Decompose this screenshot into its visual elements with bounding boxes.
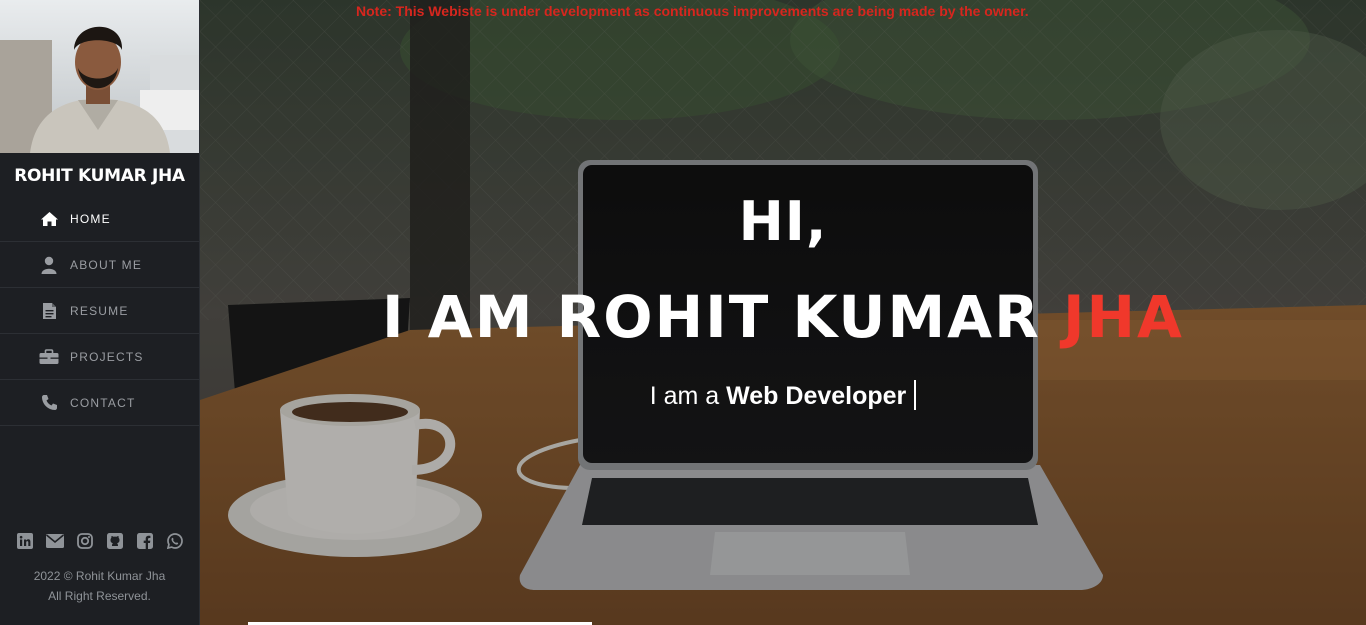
headline-prefix: I AM ROHIT KUMAR xyxy=(382,283,1063,351)
document-icon xyxy=(39,301,59,321)
sidebar-nav: HOME ABOUT ME RESUME PROJECTS CONTACT xyxy=(0,196,199,426)
site-owner-name: ROHIT KUMAR JHA xyxy=(0,153,199,198)
headline-accent: JHA xyxy=(1062,283,1184,351)
nav-label-about-me: ABOUT ME xyxy=(70,257,143,272)
rights-line: All Right Reserved. xyxy=(48,589,151,603)
profile-photo xyxy=(0,0,199,153)
typing-cursor xyxy=(914,380,917,410)
phone-icon xyxy=(39,393,59,413)
copyright: 2022 © Rohit Kumar Jha All Right Reserve… xyxy=(0,566,199,606)
nav-label-projects: PROJECTS xyxy=(70,349,144,364)
whatsapp-icon[interactable] xyxy=(166,532,184,550)
briefcase-icon xyxy=(39,347,59,367)
hero-tagline: I am a Web Developer xyxy=(200,380,1366,411)
development-notice: Note: This Webiste is under development … xyxy=(356,3,1029,19)
nav-label-resume: RESUME xyxy=(70,303,129,318)
home-icon xyxy=(39,209,59,229)
hero-greeting: HI, xyxy=(738,190,828,253)
nav-label-home: HOME xyxy=(70,211,111,226)
tagline-prefix: I am a xyxy=(649,382,727,410)
instagram-icon[interactable] xyxy=(76,532,94,550)
nav-item-resume[interactable]: RESUME xyxy=(0,288,199,334)
github-icon[interactable] xyxy=(106,532,124,550)
email-icon[interactable] xyxy=(45,532,64,550)
typed-role: Web Developer xyxy=(726,382,907,410)
nav-item-projects[interactable]: PROJECTS xyxy=(0,334,199,380)
nav-item-about-me[interactable]: ABOUT ME xyxy=(0,242,199,288)
nav-item-contact[interactable]: CONTACT xyxy=(0,380,199,426)
hero-section: Note: This Webiste is under development … xyxy=(200,0,1366,625)
nav-label-contact: CONTACT xyxy=(70,395,136,410)
facebook-icon[interactable] xyxy=(136,532,154,550)
hero-headline: I AM ROHIT KUMAR JHA xyxy=(200,283,1366,351)
copyright-line: 2022 © Rohit Kumar Jha xyxy=(33,569,166,583)
social-links xyxy=(0,532,199,550)
sidebar: ROHIT KUMAR JHA HOME ABOUT ME RESUME PRO… xyxy=(0,0,200,625)
linkedin-icon[interactable] xyxy=(16,532,34,550)
nav-item-home[interactable]: HOME xyxy=(0,196,199,242)
user-icon xyxy=(39,255,59,275)
